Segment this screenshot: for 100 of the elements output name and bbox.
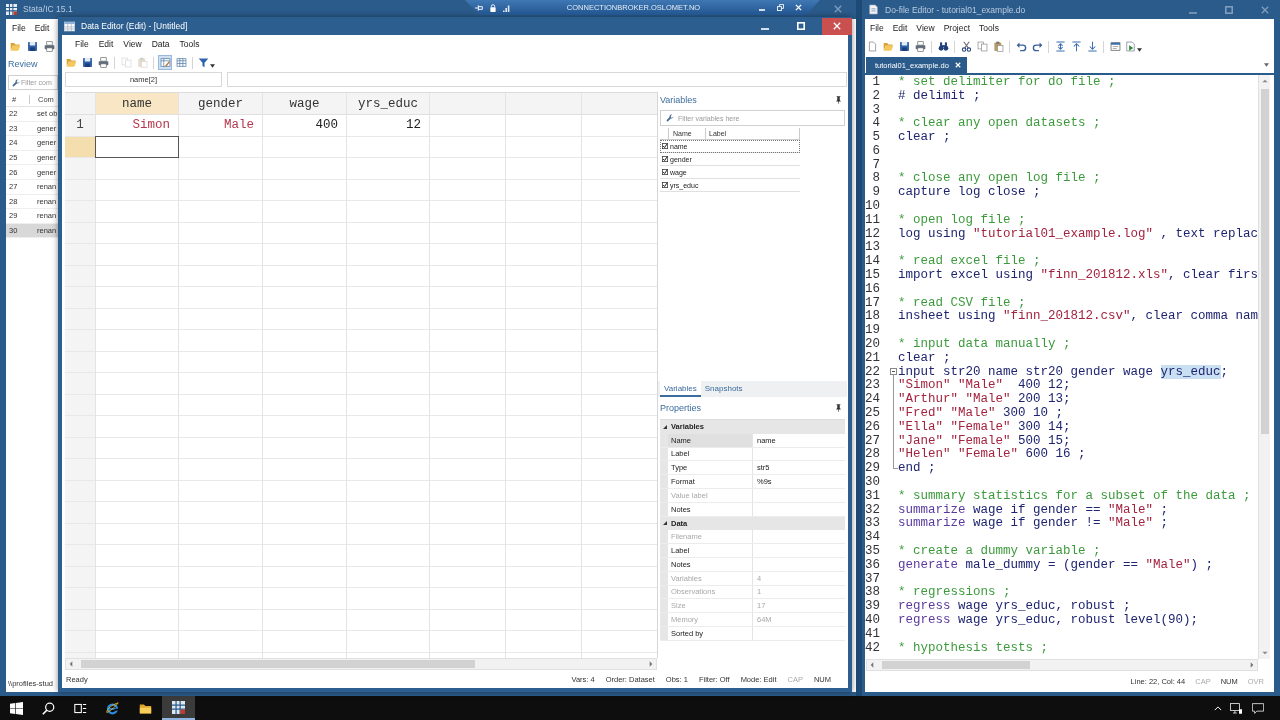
menu-item[interactable]: Tools [179,39,200,49]
left-arrow-icon[interactable] [870,662,874,668]
restore-icon [776,4,784,11]
pin-icon[interactable] [836,404,841,412]
notification-icon[interactable] [1252,702,1264,714]
line-number: 12 [865,226,881,241]
toolbar-button[interactable] [1085,39,1099,54]
menu-item[interactable]: File [75,39,89,49]
toolbar-button[interactable] [80,55,94,70]
left-arrow-icon[interactable] [69,661,73,667]
column-header[interactable]: name [96,93,178,114]
toolbar-button[interactable] [959,39,973,54]
printer-icon [43,40,55,52]
right-arrow-icon[interactable] [1250,662,1254,668]
restore-button[interactable] [774,1,786,14]
line-number: 37 [865,571,881,586]
open-folder-icon [9,40,21,52]
menu-item[interactable]: Edit [98,39,114,49]
caret-icon[interactable] [1264,62,1269,67]
panel-title: Review [7,58,39,71]
vertical-scrollbar[interactable] [1258,75,1270,659]
code-line: * regressions ; [898,585,1011,600]
line-number: 42 [865,640,881,655]
menu-item[interactable]: File [870,23,884,33]
cell-value-field[interactable] [227,72,847,87]
menu-item[interactable]: Tools [979,23,999,33]
chevron-up-icon[interactable] [1214,705,1222,711]
taskbar-button[interactable] [162,696,195,720]
window-title: Do-file Editor - tutorial01_example.do [885,4,1026,15]
toolbar-button[interactable] [96,55,110,70]
toolbar-button[interactable] [913,39,927,54]
right-arrow-icon[interactable] [649,661,653,667]
close-icon[interactable] [954,62,961,68]
code-line: end ; [898,461,936,476]
scroll-thumb[interactable] [1260,89,1269,434]
copy-icon [120,57,132,68]
search-icon [41,701,55,715]
window-icon [1109,41,1121,52]
pin-icon[interactable] [475,3,483,12]
open-folder-icon [65,57,77,68]
code-line: * create a dummy variable ; [898,544,1101,558]
menu-item[interactable]: Project [943,23,971,33]
checkbox[interactable] [662,156,668,162]
collapse-icon[interactable] [890,368,897,376]
menu-item[interactable]: File [12,23,26,33]
clipboard-icon [136,57,148,68]
up-arrow-icon[interactable] [1261,79,1268,83]
tab[interactable]: Variables [660,381,701,397]
line-number: 27 [865,433,881,448]
checkbox[interactable] [662,182,668,188]
close-icon [834,5,842,13]
line-number: 4 [871,116,881,131]
menu-item[interactable]: Edit [34,23,50,33]
table-cell-text: Male [223,117,255,135]
menu-item[interactable]: View [123,39,142,49]
line-number: 15 [865,268,881,283]
code-line: capture log close ; [898,185,1041,200]
line-number: 16 [865,281,881,296]
active-cell[interactable] [96,136,178,157]
row-header[interactable]: 1 [65,115,95,136]
checkbox[interactable] [662,143,668,149]
scroll-thumb[interactable] [882,661,1030,669]
tab[interactable]: Snapshots [700,381,747,397]
checkbox[interactable] [662,169,668,175]
pin-icon[interactable] [836,96,841,104]
line-number: 11 [865,212,881,227]
menu-item[interactable]: Edit [892,23,908,33]
toolbar-button[interactable] [197,55,216,70]
line-number: 22 [865,364,881,379]
toolbar-button[interactable] [1053,39,1067,54]
triangle-icon [663,521,667,526]
menu-item[interactable]: View [916,23,935,33]
horizontal-scrollbar[interactable] [866,659,1258,671]
close-button[interactable] [822,17,852,35]
toolbar-button[interactable] [1108,39,1122,54]
toolbar-button[interactable] [42,38,56,54]
line-number: 32 [865,502,881,517]
toolbar-button[interactable] [1124,39,1143,54]
minimize-icon [759,9,765,11]
line-number: 24 [865,392,881,407]
code-line: summarize wage if gender == "Male" ; [898,502,1169,517]
horizontal-scrollbar[interactable] [65,658,657,670]
maximize-icon [1225,5,1233,14]
binoculars-icon [937,41,949,52]
monitor-icon[interactable] [1230,702,1242,714]
toolbar-button[interactable] [897,39,911,54]
document-icon [868,4,879,15]
menu-item[interactable]: Data [151,39,170,49]
line-number: 29 [865,461,881,476]
clipboard-icon [992,41,1004,52]
page-play-icon [1125,41,1136,52]
down-bar-arrow-icon [1086,41,1098,52]
line-number: 10 [865,199,881,214]
down-arrow-icon[interactable] [1261,651,1268,655]
wrench-icon [666,114,674,122]
table-icon [175,57,187,68]
scroll-thumb[interactable] [81,660,475,668]
line-number: 1 [871,75,881,89]
toolbar-button[interactable] [1069,39,1083,54]
line-number: 23 [865,378,881,393]
